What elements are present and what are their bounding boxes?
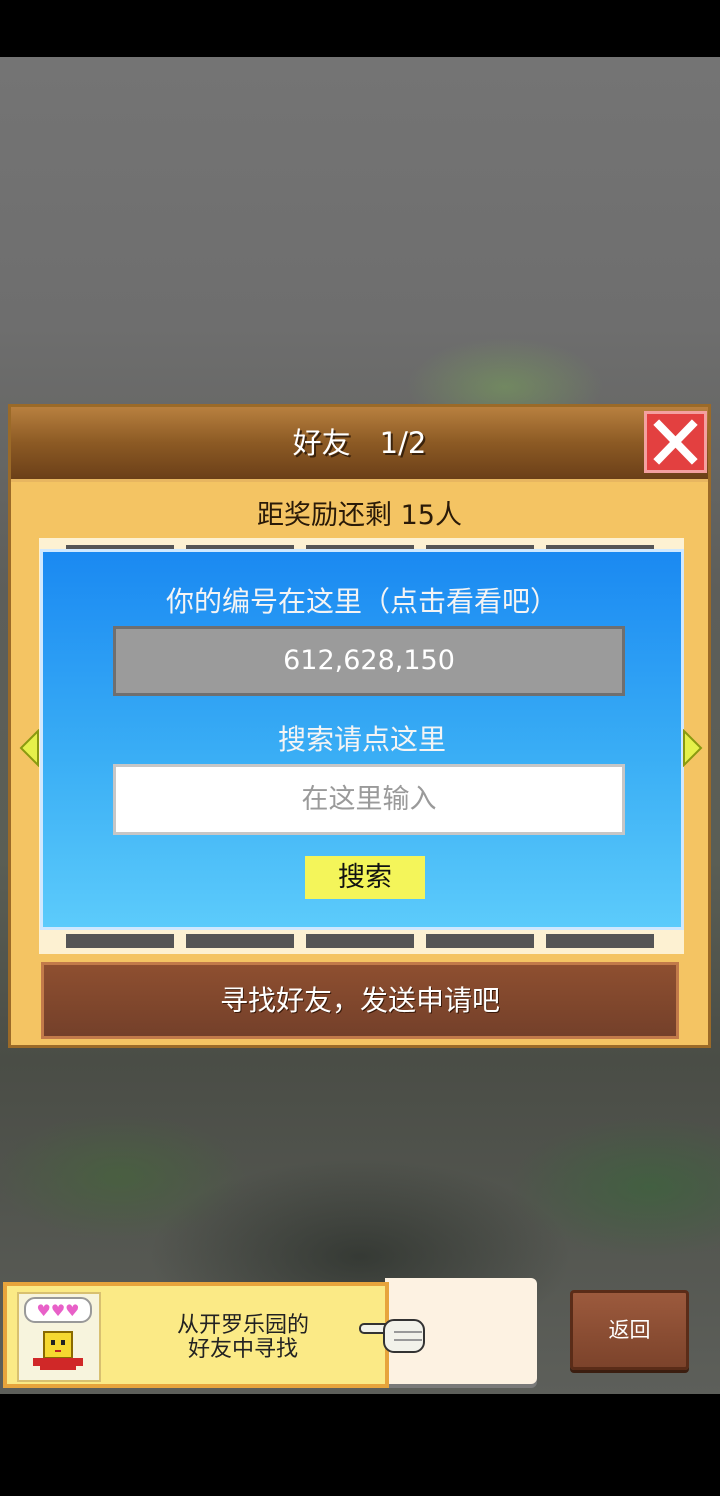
hearts-icon: ♥♥♥	[24, 1297, 92, 1370]
back-button[interactable]: 返回	[570, 1290, 689, 1370]
friends-dialog: 好友 1/2 距奖励还剩 15人 你的编号在这里（点击看看吧） 612,628,…	[8, 404, 711, 1048]
right-arrow-icon[interactable]	[683, 729, 703, 767]
reward-remaining-text: 距奖励还剩 15人	[257, 500, 462, 531]
friend-search-panel: 你的编号在这里（点击看看吧） 612,628,150 搜索请点这里 搜索	[40, 549, 684, 930]
notice-line-1: 从开罗乐园的	[176, 1313, 309, 1338]
search-input[interactable]	[113, 764, 625, 835]
notice-banner[interactable]: ♥♥♥ 从开罗乐园的 好友中寻找	[3, 1282, 389, 1388]
close-button[interactable]	[644, 411, 707, 473]
close-icon	[653, 419, 698, 465]
notice-text: 从开罗乐园的 好友中寻找	[143, 1314, 343, 1362]
tab-slot	[426, 934, 534, 948]
left-arrow-icon[interactable]	[19, 729, 39, 767]
bottom-black-bar	[0, 1394, 720, 1496]
search-button[interactable]: 搜索	[305, 856, 425, 899]
robot-avatar: ♥♥♥	[17, 1292, 101, 1382]
find-friends-button[interactable]: 寻找好友，发送申请吧	[41, 962, 679, 1039]
player-id-field[interactable]: 612,628,150	[113, 626, 625, 696]
notice-line-2: 好友中寻找	[187, 1337, 298, 1362]
search-label: 搜索请点这里	[277, 723, 446, 756]
pointing-hand-icon	[359, 1319, 425, 1353]
dialog-title: 好友 1/2	[292, 426, 427, 460]
tab-slot	[186, 934, 294, 948]
tab-slot	[306, 934, 414, 948]
svg-text:♥♥♥: ♥♥♥	[36, 1301, 79, 1320]
id-label: 你的编号在这里（点击看看吧）	[165, 585, 558, 618]
tab-slot	[66, 934, 174, 948]
tab-slot	[546, 934, 654, 948]
